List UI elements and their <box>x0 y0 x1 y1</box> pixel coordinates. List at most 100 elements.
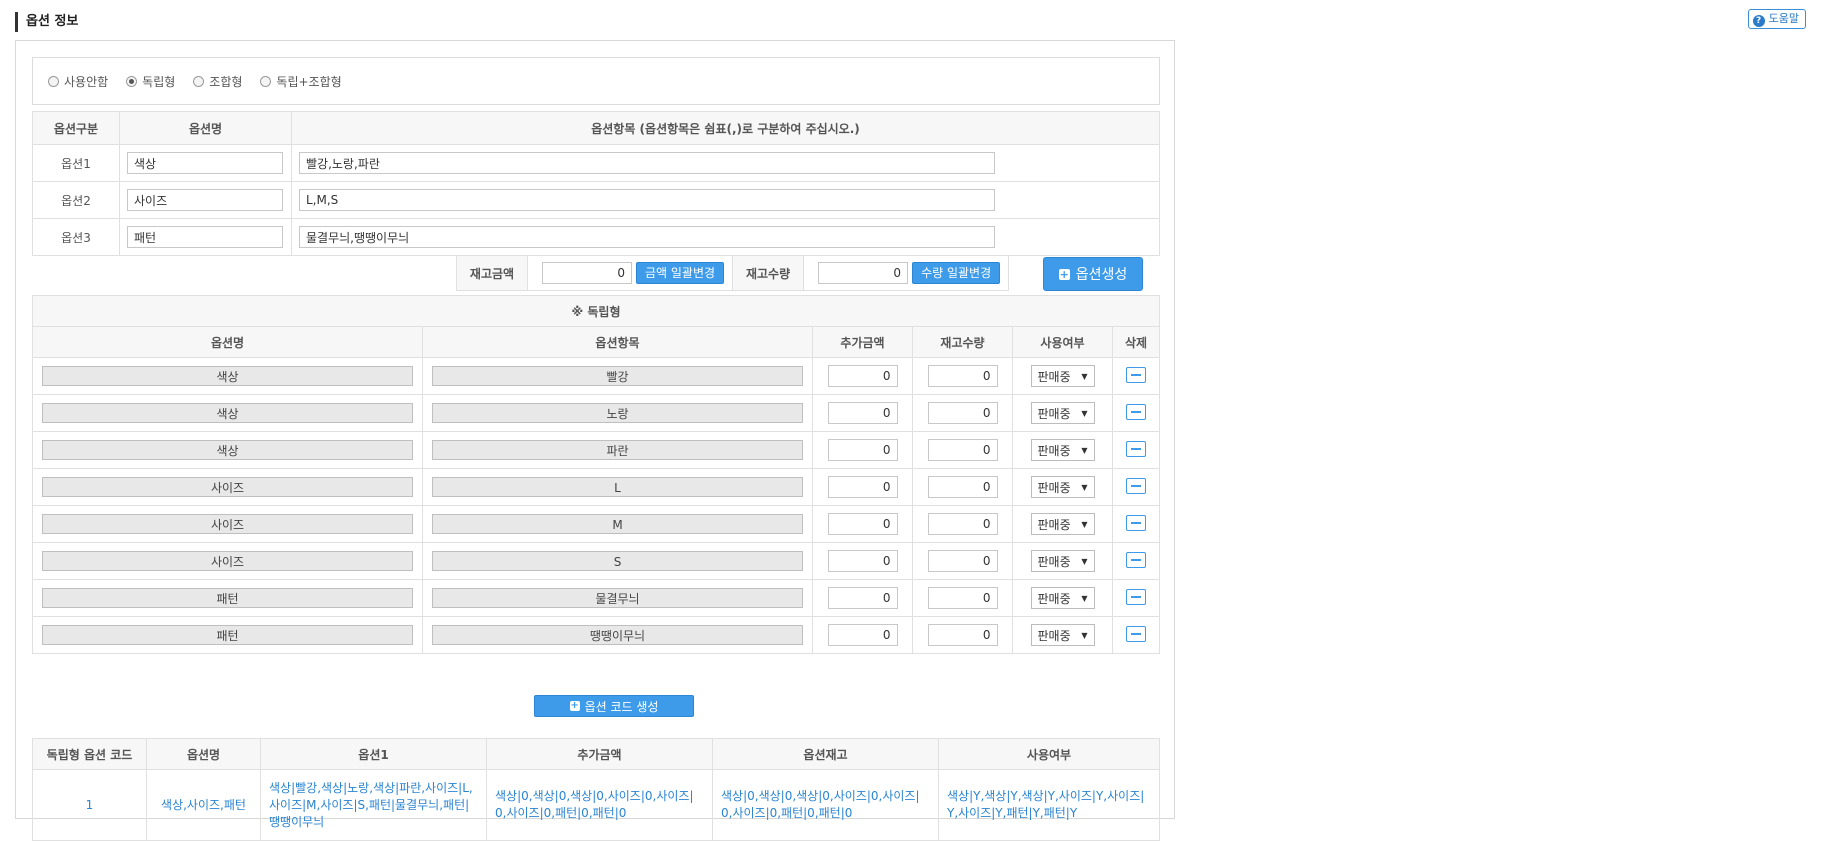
option-name-readonly: 패턴 <box>42 588 413 608</box>
caret-down-icon: ▼ <box>1081 371 1088 381</box>
delete-minus-icon[interactable] <box>1126 403 1146 420</box>
additional-price-input[interactable] <box>827 402 898 424</box>
bulk-price-input[interactable] <box>542 262 632 284</box>
column-header: 옵션명 <box>146 738 261 770</box>
option-items-input[interactable] <box>299 189 995 211</box>
delete-minus-icon[interactable] <box>1126 366 1146 383</box>
radio-button-icon[interactable] <box>48 75 59 87</box>
caret-down-icon: ▼ <box>1081 519 1088 529</box>
stock-qty-input[interactable] <box>927 439 998 461</box>
table-row: 옵션2 <box>32 181 1160 219</box>
radio-label: 조합형 <box>209 74 243 89</box>
table-row: 1 색상,사이즈,패턴 색상|빨강,색상|노랑,색상|파란,사이즈|L,사이즈|… <box>32 769 1160 841</box>
option-items-input[interactable] <box>299 226 995 248</box>
option-name-readonly: 사이즈 <box>42 477 413 497</box>
option-items-input[interactable] <box>299 152 995 174</box>
radio-option-none[interactable]: 사용안함 <box>48 73 108 90</box>
option-item-readonly: 물결무늬 <box>432 588 803 608</box>
usage-status-value: 판매중 <box>1037 406 1071 421</box>
additional-price-input[interactable] <box>827 365 898 387</box>
usage-status-select[interactable]: 판매중 ▼ <box>1030 365 1095 387</box>
option-name-input[interactable] <box>127 189 283 211</box>
stock-qty-input[interactable] <box>927 587 998 609</box>
radio-label: 독립+조합형 <box>276 74 342 89</box>
radio-option-combination[interactable]: 조합형 <box>193 73 242 90</box>
delete-minus-icon[interactable] <box>1126 440 1146 457</box>
radio-option-independent[interactable]: 독립형 <box>126 73 175 90</box>
stock-qty-input[interactable] <box>927 624 998 646</box>
option-name-input[interactable] <box>127 226 283 248</box>
option-item-readonly: 땡땡이무늬 <box>432 625 803 645</box>
option-name-input[interactable] <box>127 152 283 174</box>
radio-option-independent-combination[interactable]: 독립+조합형 <box>260 73 342 90</box>
usage-status-select[interactable]: 판매중 ▼ <box>1030 550 1095 572</box>
generate-option-code-label: 옵션 코드 생성 <box>584 699 659 714</box>
usage-status-select[interactable]: 판매중 ▼ <box>1030 624 1095 646</box>
usage-status-value: 판매중 <box>1037 628 1071 643</box>
usage-status-select[interactable]: 판매중 ▼ <box>1030 439 1095 461</box>
table-row: 사이즈 M 판매중 ▼ <box>32 505 1160 543</box>
radio-button-icon[interactable] <box>193 75 205 87</box>
help-button[interactable]: ? 도움말 <box>1747 9 1806 29</box>
usage-status-value: 판매중 <box>1037 369 1071 384</box>
usage-status-select[interactable]: 판매중 ▼ <box>1030 402 1095 424</box>
section-title: ※ 독립형 <box>32 295 1160 327</box>
column-header: 추가금액 <box>486 738 713 770</box>
usage-status-value: 판매중 <box>1037 443 1071 458</box>
additional-price-input[interactable] <box>827 439 898 461</box>
stock-qty-input[interactable] <box>927 476 998 498</box>
column-header: 재고수량 <box>912 326 1013 358</box>
option-name-readonly: 색상 <box>42 366 413 386</box>
column-header: 삭제 <box>1112 326 1160 358</box>
usage-status-select[interactable]: 판매중 ▼ <box>1030 587 1095 609</box>
usage-status-select[interactable]: 판매중 ▼ <box>1030 476 1095 498</box>
usage-status-select[interactable]: 판매중 ▼ <box>1030 513 1095 535</box>
option-name-readonly: 사이즈 <box>42 514 413 534</box>
option-info-panel: 사용안함 독립형 조합형 독립+조합형 옵션구분 옵션명 옵션항목 (옵션항목은… <box>15 40 1175 841</box>
caret-down-icon: ▼ <box>1081 408 1088 418</box>
stock-qty-input[interactable] <box>927 402 998 424</box>
option-item-readonly: 노랑 <box>432 403 803 423</box>
delete-minus-icon[interactable] <box>1126 514 1146 531</box>
additional-price-input[interactable] <box>827 587 898 609</box>
additional-price-input[interactable] <box>827 550 898 572</box>
generate-options-label: 옵션생성 <box>1075 267 1128 283</box>
option-name-readonly: 색상 <box>42 440 413 460</box>
generate-option-code-button[interactable]: + 옵션 코드 생성 <box>534 695 694 717</box>
additional-price-input[interactable] <box>827 624 898 646</box>
stock-qty-input[interactable] <box>927 365 998 387</box>
bulk-qty-change-button[interactable]: 수량 일괄변경 <box>912 262 1001 284</box>
table-row: 사이즈 S 판매중 ▼ <box>32 542 1160 580</box>
option-name-readonly: 색상 <box>42 403 413 423</box>
table-row: 사이즈 L 판매중 ▼ <box>32 468 1160 506</box>
additional-price-input[interactable] <box>827 513 898 535</box>
stock-qty-input[interactable] <box>927 550 998 572</box>
radio-button-checked-icon[interactable] <box>126 75 138 87</box>
additional-price-cell: 색상|0,색상|0,색상|0,사이즈|0,사이즈|0,사이즈|0,패턴|0,패턴… <box>486 769 713 841</box>
caret-down-icon: ▼ <box>1081 630 1088 640</box>
caret-down-icon: ▼ <box>1081 556 1088 566</box>
option-item-readonly: S <box>432 551 803 571</box>
delete-minus-icon[interactable] <box>1126 551 1146 568</box>
table-row: 패턴 땡땡이무늬 판매중 ▼ <box>32 616 1160 654</box>
bulk-qty-input[interactable] <box>818 262 909 284</box>
bulk-qty-label: 재고수량 <box>733 256 805 290</box>
delete-minus-icon[interactable] <box>1126 625 1146 642</box>
column-header: 옵션항목 (옵션항목은 쉼표(,)로 구분하여 주십시오.) <box>291 111 1160 145</box>
option-stock-cell: 색상|0,색상|0,색상|0,사이즈|0,사이즈|0,사이즈|0,패턴|0,패턴… <box>712 769 939 841</box>
plus-icon: + <box>1058 267 1070 281</box>
column-header: 옵션명 <box>32 326 423 358</box>
generate-options-button[interactable]: + 옵션생성 <box>1043 257 1143 291</box>
table-row: 색상 빨강 판매중 ▼ <box>32 357 1160 395</box>
additional-price-input[interactable] <box>827 476 898 498</box>
stock-qty-input[interactable] <box>927 513 998 535</box>
caret-down-icon: ▼ <box>1081 593 1088 603</box>
usage-cell: 색상|Y,색상|Y,색상|Y,사이즈|Y,사이즈|Y,사이즈|Y,패턴|Y,패턴… <box>938 769 1160 841</box>
column-header: 사용여부 <box>938 738 1160 770</box>
radio-button-icon[interactable] <box>260 75 272 87</box>
column-header: 옵션1 <box>260 738 487 770</box>
column-header: 추가금액 <box>812 326 913 358</box>
bulk-price-change-button[interactable]: 금액 일괄변경 <box>636 262 725 284</box>
delete-minus-icon[interactable] <box>1126 477 1146 494</box>
delete-minus-icon[interactable] <box>1126 588 1146 605</box>
